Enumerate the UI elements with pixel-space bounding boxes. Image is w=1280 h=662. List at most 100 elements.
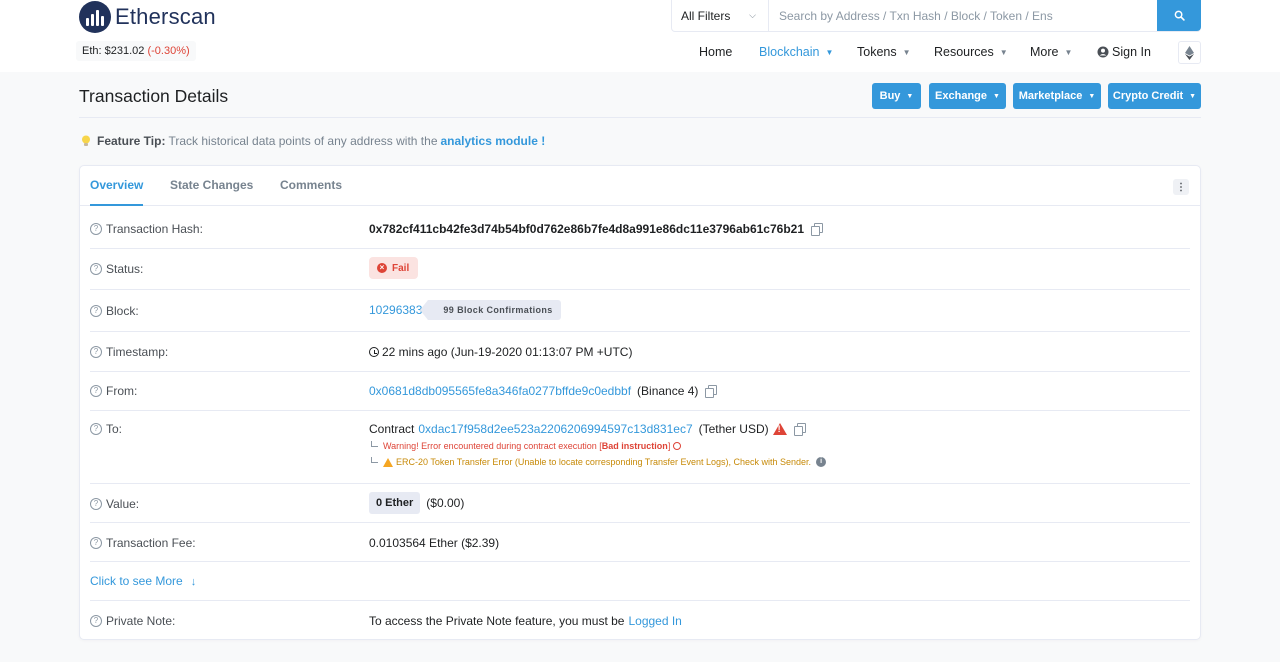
exchange-button[interactable]: Exchange ▼ [929,83,1006,109]
row-private-note: ? Private Note: To access the Private Not… [90,601,1190,639]
fee-value: 0.0103564 Ether ($2.39) [369,536,500,550]
fee-label: ? Transaction Fee: [90,536,196,550]
status-label-text: Status: [106,262,144,276]
nav-resources[interactable]: Resources ▼ [934,40,1008,64]
from-label: ? From: [90,384,137,398]
eth-price: Eth: $231.02 (-0.30%) [76,41,196,61]
search-filter-select[interactable]: All Filters ⌵ [672,0,769,31]
note-text: To access the Private Note feature, you … [369,614,625,628]
x-circle-icon: × [377,263,387,273]
info-icon[interactable]: i [816,457,827,467]
search-icon [1174,10,1185,21]
timestamp-label-text: Timestamp: [106,345,169,359]
nav-home-label: Home [699,45,733,59]
feature-tip: Feature Tip: Track historical data point… [79,134,545,148]
tab-state-changes[interactable]: State Changes [170,166,253,206]
tab-overview[interactable]: Overview [90,166,144,206]
execution-warning: Warning! Error encountered during contra… [371,441,682,451]
nav-home[interactable]: Home [699,40,732,64]
page-title: Transaction Details [79,86,229,106]
logo[interactable]: Etherscan [79,0,216,34]
from-name: (Binance 4) [637,384,699,398]
tab-comments[interactable]: Comments [280,166,342,206]
chevron-down-icon: ▼ [825,47,834,57]
lightbulb-icon [82,135,90,146]
value-label: ? Value: [90,497,139,511]
question-icon: ? [90,498,102,510]
nav-tokens[interactable]: Tokens ▼ [857,40,911,64]
confirmations-badge: 99 Block Confirmations [420,300,561,320]
logged-in-link[interactable]: Logged In [628,614,681,628]
see-more-link[interactable]: Click to see More ↓ [90,574,196,588]
block-number-link[interactable]: 10296383 [369,303,422,317]
row-value: ? Value: 0 Ether ($0.00) [90,484,1190,523]
clock-icon [369,347,379,357]
tree-connector [371,457,378,463]
to-prefix: Contract [369,422,415,436]
to-address-link[interactable]: 0xdac17f958d2ee523a2206206994597c13d831e… [418,422,692,436]
hash-value: 0x782cf411cb42fe3d74b54bf0d762e86b7fe4d8… [369,222,823,236]
tree-connector [371,441,378,447]
nav-blockchain[interactable]: Blockchain ▼ [759,40,833,64]
sad-face-icon [673,442,682,450]
copy-icon[interactable] [793,423,806,436]
question-icon: ? [90,423,102,435]
nav-more-label: More [1030,45,1059,59]
chevron-down-icon: ▼ [993,92,1000,100]
eth-price-change: (-0.30%) [147,45,190,57]
sign-in-link[interactable]: Sign In [1097,40,1151,64]
search-filter-label: All Filters [681,8,731,23]
eth-price-value: Eth: $231.02 [82,45,145,57]
nav-tokens-label: Tokens [857,45,897,59]
crypto-credit-button[interactable]: Crypto Credit ▼ [1108,83,1201,109]
sign-in-label: Sign In [1112,45,1151,59]
from-address-link[interactable]: 0x0681d8db095565fe8a346fa0277bffde9c0edb… [369,384,631,398]
tip-text: Track historical data points of any addr… [168,134,438,148]
question-icon: ? [90,346,102,358]
status-badge: × Fail [369,257,419,279]
row-timestamp: ? Timestamp: 22 mins ago (Jun-19-2020 01:… [90,332,1190,372]
title-divider [79,117,1201,118]
from-value: 0x0681d8db095565fe8a346fa0277bffde9c0edb… [369,384,718,398]
from-label-text: From: [106,384,138,398]
row-transaction-hash: ? Transaction Hash: 0x782cf411cb42fe3d74b… [90,207,1190,249]
copy-icon[interactable] [811,223,823,236]
block-label-text: Block: [106,304,139,318]
note-label: ? Private Note: [90,614,175,628]
see-more-label: Click to see More [90,574,183,588]
buy-button[interactable]: Buy ▼ [872,83,921,109]
search-button[interactable] [1157,0,1201,31]
marketplace-button[interactable]: Marketplace ▼ [1013,83,1101,109]
status-value: × Fail [369,257,419,279]
status-text: Fail [392,262,410,274]
chevron-down-icon: ⌵ [749,10,756,20]
chevron-down-icon: ▼ [1189,92,1197,100]
warning-text: Warning! Error encountered during contra… [383,441,602,451]
buy-label: Buy [879,90,901,102]
note-value: To access the Private Note feature, you … [369,614,682,628]
hash-label: ? Transaction Hash: [90,222,203,236]
nav-more[interactable]: More ▼ [1030,40,1072,64]
crypto-credit-label: Crypto Credit [1112,90,1184,102]
analytics-module-link[interactable]: analytics module ! [441,134,546,148]
network-switch[interactable] [1178,41,1201,64]
row-to: ? To: Contract 0xdac17f958d2ee523a2206206… [90,411,1190,484]
kebab-icon[interactable]: ⋮ [1173,179,1189,195]
warning-close: ] [667,441,671,451]
copy-icon[interactable] [705,385,718,398]
question-icon: ? [90,223,102,235]
tab-bar: Overview State Changes Comments ⋮ [80,166,1200,206]
nav-resources-label: Resources [934,45,994,59]
value-label-text: Value: [106,497,140,511]
value-ether: 0 Ether [369,492,421,514]
chevron-down-icon: ▼ [999,47,1008,57]
search-input[interactable] [769,0,1157,31]
erc20-error: ERC-20 Token Transfer Error (Unable to l… [371,457,827,467]
block-label: ? Block: [90,304,139,318]
tip-label: Feature Tip: [97,134,166,148]
fee-label-text: Transaction Fee: [106,536,196,550]
timestamp-text: 22 mins ago (Jun-19-2020 01:13:07 PM +UT… [382,345,633,359]
to-name: (Tether USD) [698,422,769,436]
question-icon: ? [90,537,102,549]
search-bar: All Filters ⌵ [671,0,1201,32]
